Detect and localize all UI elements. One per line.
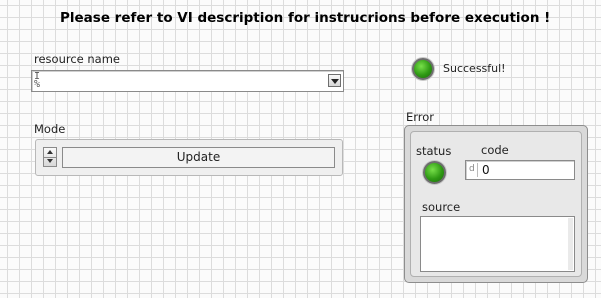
error-code-field[interactable]: d 0	[465, 160, 575, 180]
error-source-field[interactable]	[420, 216, 575, 272]
error-status-led	[423, 161, 446, 184]
mode-stepper[interactable]	[43, 147, 57, 167]
error-status-label: status	[416, 144, 452, 158]
error-code-value: 0	[482, 163, 490, 177]
successful-led	[412, 58, 434, 80]
error-source-label: source	[422, 200, 461, 214]
mode-label: Mode	[34, 122, 66, 136]
radix-indicator-icon: d	[469, 164, 475, 174]
dropdown-arrow-icon[interactable]	[328, 74, 341, 87]
decrement-arrow-icon[interactable]	[44, 157, 56, 166]
mode-ring-value[interactable]: Update	[62, 147, 335, 168]
visa-resource-icon: I%	[34, 71, 41, 90]
source-scrollbar[interactable]	[568, 218, 573, 270]
error-cluster-label: Error	[406, 110, 435, 124]
error-code-label: code	[481, 143, 509, 157]
resource-name-label: resource name	[34, 52, 121, 66]
page-title: Please refer to VI description for instr…	[60, 10, 551, 26]
resource-name-combo[interactable]: I%	[31, 70, 344, 92]
successful-label: Successful!	[443, 62, 506, 75]
